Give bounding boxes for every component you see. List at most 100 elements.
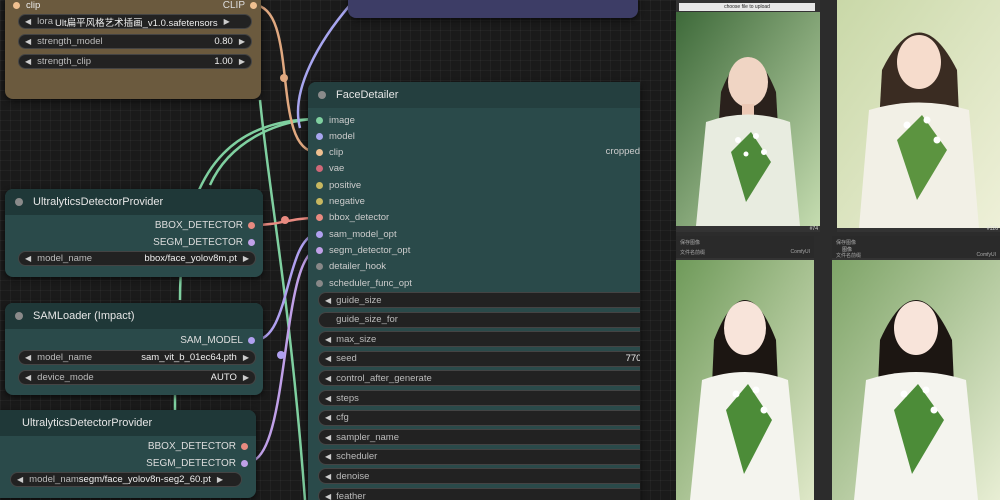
fd-input-vae[interactable]: vae xyxy=(316,162,344,176)
segm-output-pin[interactable] xyxy=(248,238,255,246)
fd-widget-guide-size-for[interactable]: ◀guide_size_for xyxy=(318,311,640,328)
fd-input-segm-detector-opt[interactable]: segm_detector_opt xyxy=(316,243,410,257)
cropped-output-label: cropped xyxy=(605,146,640,157)
fd-input-positive[interactable]: positive xyxy=(316,178,361,192)
fd-widget-denoise[interactable]: ◀ denoise xyxy=(318,468,640,485)
input-pin[interactable] xyxy=(316,198,323,205)
ultra2-output-segm[interactable]: SEGM_DETECTOR xyxy=(146,456,248,470)
arrow-left-icon[interactable]: ◀ xyxy=(25,37,31,46)
input-pin[interactable] xyxy=(316,246,323,254)
input-pin[interactable] xyxy=(316,132,323,140)
fd-widget-scheduler[interactable]: ◀ scheduler xyxy=(318,448,640,465)
fd-input-image[interactable]: image xyxy=(316,113,355,127)
fd-input-detailer-hook[interactable]: detailer_hook xyxy=(316,260,386,274)
arrow-left-icon[interactable]: ◀ xyxy=(25,254,31,263)
girl-stylized-image xyxy=(837,0,1000,228)
lora-output-clip[interactable]: CLIP xyxy=(223,0,257,12)
sam-output[interactable]: SAM_MODEL xyxy=(180,333,255,347)
segm-output-pin[interactable] xyxy=(241,459,248,467)
arrow-left-icon[interactable]: ◀ xyxy=(325,433,331,442)
fd-widget-seed[interactable]: ◀ seed 77065 xyxy=(318,350,640,367)
ultralytics-detector-node-1[interactable]: UltralyticsDetectorProvider BBOX_DETECTO… xyxy=(5,189,263,277)
input-pin[interactable] xyxy=(316,165,323,173)
fd-input-model[interactable]: model xyxy=(316,129,355,143)
lora-input-clip[interactable]: clip xyxy=(13,0,40,12)
ultralytics-detector-node-2[interactable]: UltralyticsDetectorProvider BBOX_DETECTO… xyxy=(0,410,256,498)
sam-device-label: device_mode xyxy=(37,372,94,383)
bbox-output-pin[interactable] xyxy=(241,442,248,450)
arrow-left-icon[interactable]: ◀ xyxy=(325,413,331,422)
collapse-dot-icon[interactable] xyxy=(15,312,23,320)
input-pin[interactable] xyxy=(316,181,323,189)
ultralytics-detector-2-title-bar[interactable]: UltralyticsDetectorProvider xyxy=(0,410,256,436)
input-pin[interactable] xyxy=(316,149,323,157)
arrow-left-icon[interactable]: ◀ xyxy=(17,475,23,484)
sam-device-widget[interactable]: ◀ device_mode AUTO ▶ xyxy=(18,370,256,385)
face-detailer-output-cropped[interactable]: cropped xyxy=(606,146,640,157)
girl-detailed-image-1 xyxy=(676,260,814,500)
lora-name-widget[interactable]: ◀ lora Ult扁平风格艺术插画_v1.0.safetensors ▶ xyxy=(18,14,252,29)
input-pin[interactable] xyxy=(316,279,323,287)
lora-loader-node[interactable]: clip CLIP ◀ lora Ult扁平风格艺术插画_v1.0.safete… xyxy=(5,0,261,99)
arrow-left-icon[interactable]: ◀ xyxy=(25,373,31,382)
fd-widget-cfg[interactable]: ◀ cfg xyxy=(318,409,640,426)
arrow-left-icon[interactable]: ◀ xyxy=(325,472,331,481)
collapse-dot-icon[interactable] xyxy=(318,91,326,99)
ultra1-output-segm[interactable]: SEGM_DETECTOR xyxy=(153,235,255,249)
arrow-left-icon[interactable]: ◀ xyxy=(325,374,331,383)
input-pin[interactable] xyxy=(316,116,323,124)
sam-model-widget[interactable]: ◀ model_name sam_vit_b_01ec64.pth ▶ xyxy=(18,350,256,365)
arrow-left-icon[interactable]: ◀ xyxy=(25,17,31,26)
input-pin[interactable] xyxy=(316,230,323,238)
arrow-right-icon[interactable]: ▶ xyxy=(243,254,249,263)
checkpoint-node-partial[interactable] xyxy=(348,0,638,18)
arrow-left-icon[interactable]: ◀ xyxy=(325,335,331,344)
strength-model-widget[interactable]: ◀ strength_model 0.80 ▶ xyxy=(18,34,252,49)
arrow-right-icon[interactable]: ▶ xyxy=(239,57,245,66)
arrow-left-icon[interactable]: ◀ xyxy=(325,492,331,500)
fd-input-scheduler-func-opt[interactable]: scheduler_func_opt xyxy=(316,276,412,290)
fd-input-bbox-detector[interactable]: bbox_detector xyxy=(316,211,389,225)
fd-widget-guide-size[interactable]: ◀ guide_size xyxy=(318,292,640,308)
arrow-right-icon[interactable]: ▶ xyxy=(243,373,249,382)
arrow-right-icon[interactable]: ▶ xyxy=(243,353,249,362)
fd-widget-max-size[interactable]: ◀ max_size xyxy=(318,331,640,348)
arrow-left-icon[interactable]: ◀ xyxy=(25,57,31,66)
fd-input-negative[interactable]: negative xyxy=(316,195,365,209)
collapse-dot-icon[interactable] xyxy=(15,198,23,206)
arrow-left-icon[interactable]: ◀ xyxy=(325,296,331,305)
arrow-right-icon[interactable]: ▶ xyxy=(224,17,230,26)
arrow-left-icon[interactable]: ◀ xyxy=(325,394,331,403)
face-detailer-title-bar[interactable]: FaceDetailer xyxy=(308,82,640,108)
upload-button[interactable]: choose file to upload xyxy=(679,3,815,11)
sam-loader-title-bar[interactable]: SAMLoader (Impact) xyxy=(5,303,263,329)
sam-loader-node[interactable]: SAMLoader (Impact) SAM_MODEL ◀ model_nam… xyxy=(5,303,263,395)
clip-input-pin[interactable] xyxy=(13,1,20,9)
fd-widget-feather[interactable]: ◀ feather xyxy=(318,488,640,500)
ultra2-model-widget[interactable]: ◀ model_nam segm/face_yolov8n-seg2_60.pt… xyxy=(10,472,242,487)
face-detailer-node[interactable]: FaceDetailer image model clip vae positive ne… xyxy=(308,82,640,500)
photo-stylized xyxy=(837,0,1000,228)
ultralytics-detector-1-title-bar[interactable]: UltralyticsDetectorProvider xyxy=(5,189,263,215)
fd-widget-label: cfg xyxy=(336,412,349,424)
arrow-left-icon[interactable]: ◀ xyxy=(25,353,31,362)
sam-output-pin[interactable] xyxy=(248,336,255,344)
fd-input-sam-model-opt[interactable]: sam_model_opt xyxy=(316,227,397,241)
arrow-left-icon[interactable]: ◀ xyxy=(325,354,331,363)
ultra1-output-bbox[interactable]: BBOX_DETECTOR xyxy=(155,218,255,232)
fd-input-clip[interactable]: clip xyxy=(316,146,343,160)
clip-output-pin[interactable] xyxy=(250,1,257,9)
fd-widget-sampler-name[interactable]: ◀ sampler_name xyxy=(318,429,640,446)
arrow-right-icon[interactable]: ▶ xyxy=(217,475,223,484)
input-pin[interactable] xyxy=(316,263,323,271)
fd-widget-control-after-generate[interactable]: ◀ control_after_generate xyxy=(318,370,640,387)
ultra2-output-bbox[interactable]: BBOX_DETECTOR xyxy=(148,439,248,453)
girl-portrait-image xyxy=(676,12,820,226)
ultra1-model-widget[interactable]: ◀ model_name bbox/face_yolov8m.pt ▶ xyxy=(18,251,256,266)
strength-clip-widget[interactable]: ◀ strength_clip 1.00 ▶ xyxy=(18,54,252,69)
input-pin[interactable] xyxy=(316,214,323,222)
fd-widget-steps[interactable]: ◀ steps xyxy=(318,390,640,406)
bbox-output-pin[interactable] xyxy=(248,221,255,229)
arrow-left-icon[interactable]: ◀ xyxy=(325,452,331,461)
arrow-right-icon[interactable]: ▶ xyxy=(239,37,245,46)
